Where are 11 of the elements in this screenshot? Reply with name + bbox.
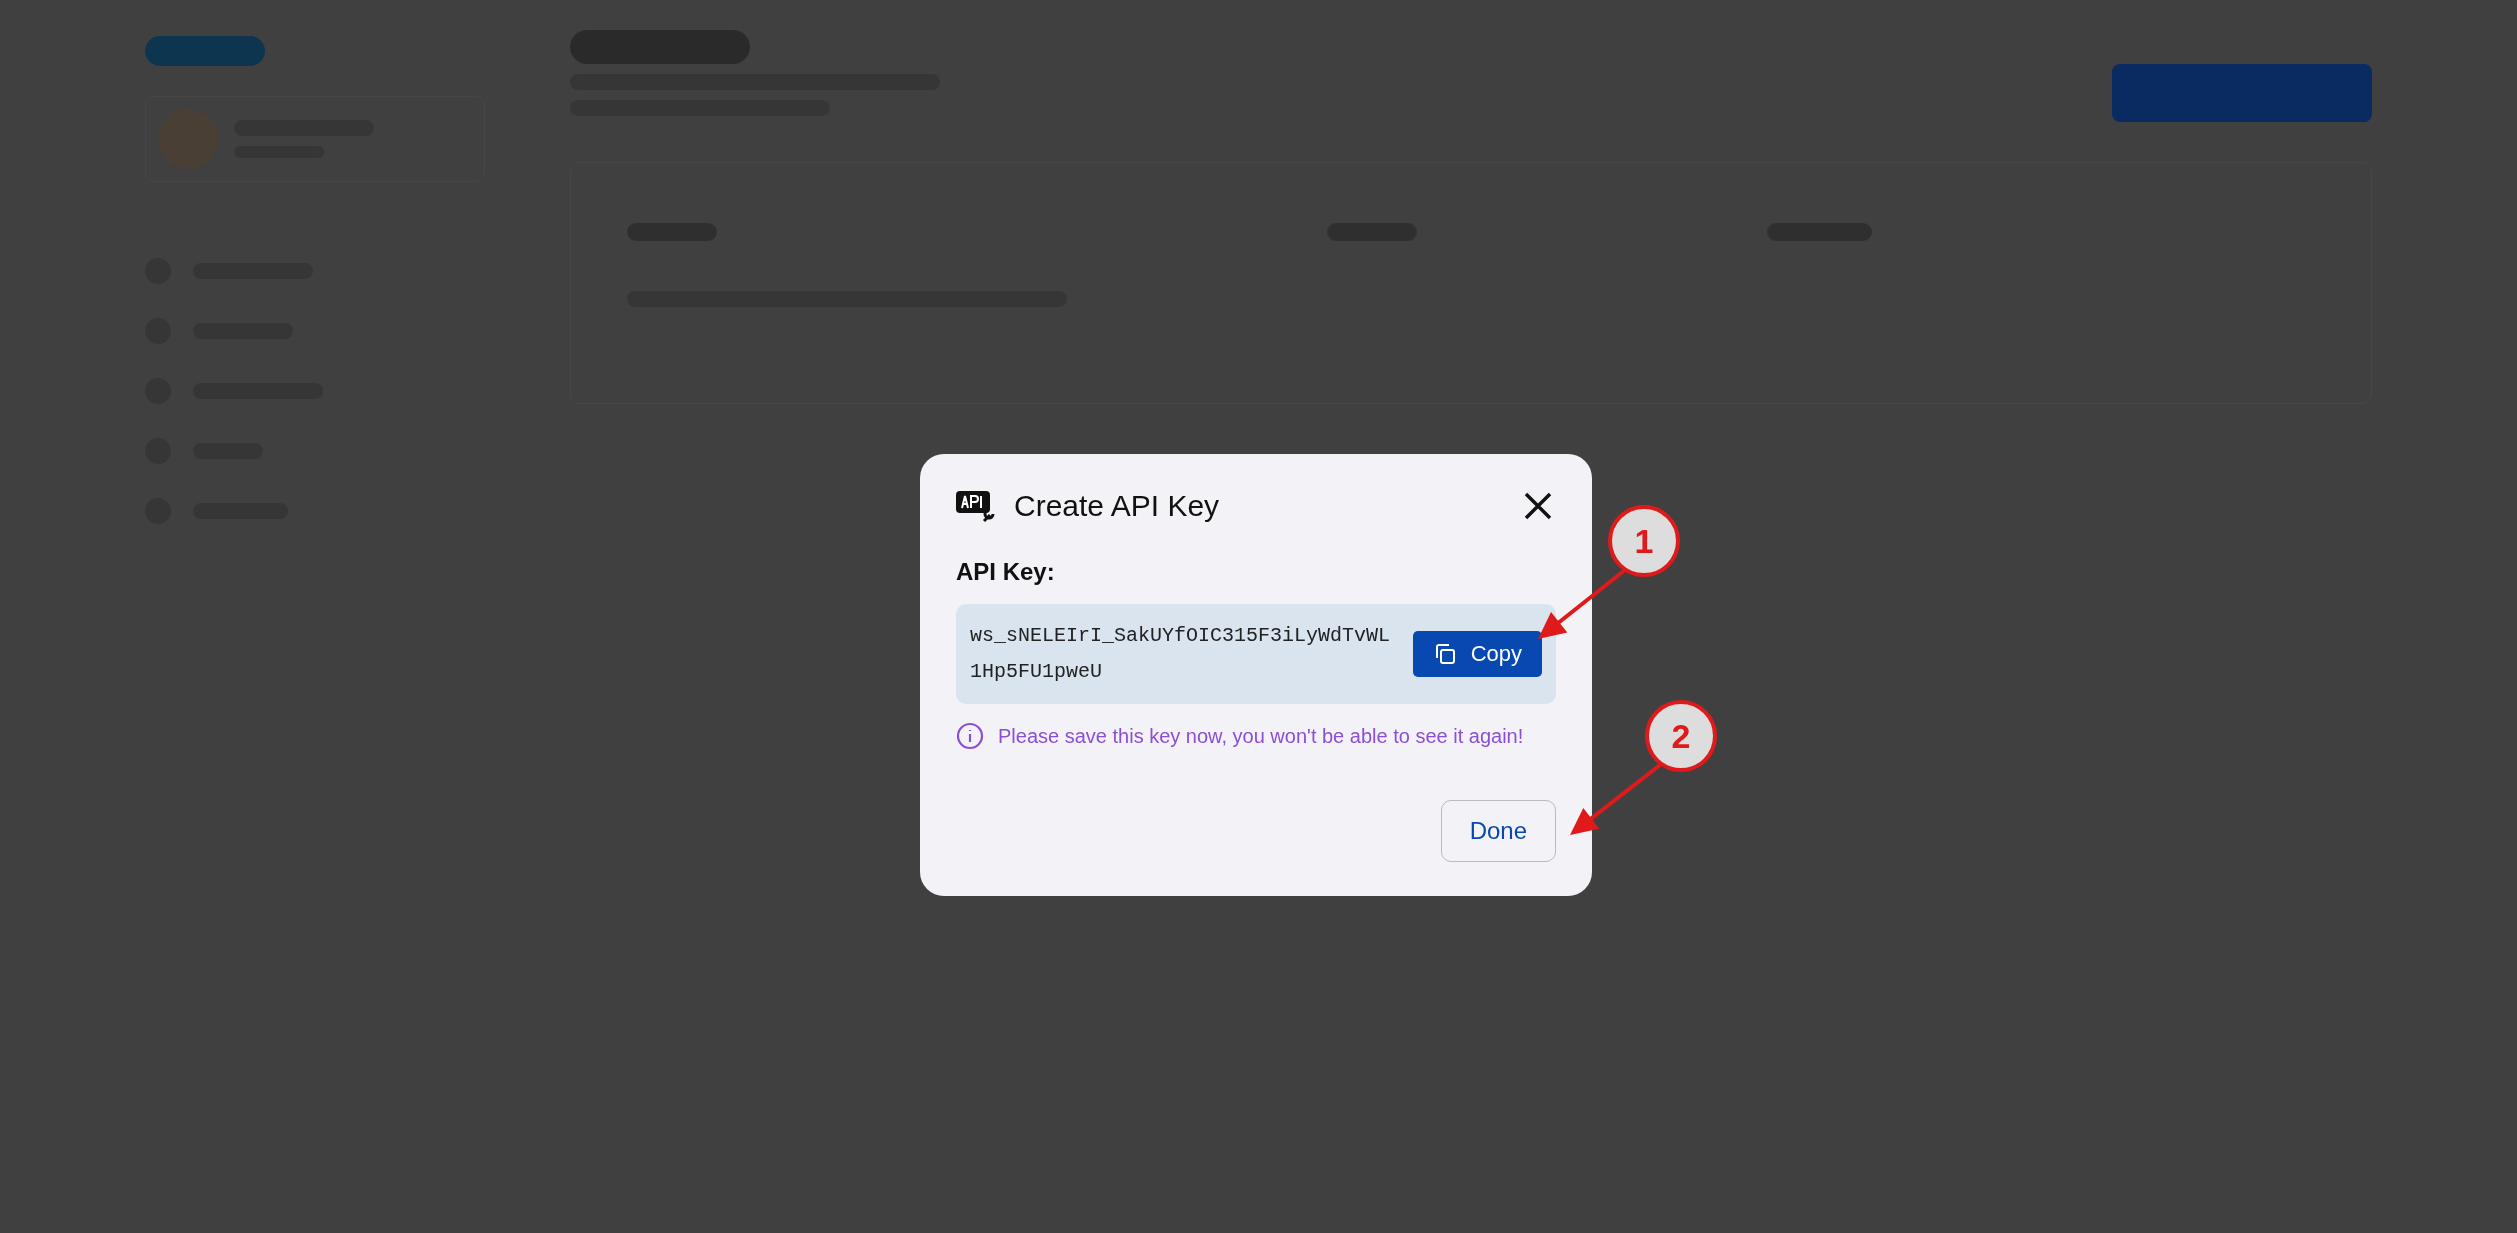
field-label: API Key: <box>956 558 1056 586</box>
dialog-title: Create API Key <box>1014 489 1221 523</box>
warning-text: Please save this key now, you won't be able to see it again! <box>998 724 1524 748</box>
done-button[interactable]: Done <box>1440 800 1556 862</box>
step-number: 2 <box>1645 700 1717 772</box>
api-key-icon <box>956 489 996 523</box>
key-value: ws_sNELEIrI_SakUYfOIC315F3iLyWdTvWL1Hp5FU1pweU <box>970 623 1392 685</box>
copy-button[interactable]: Copy <box>1412 631 1542 677</box>
info-icon <box>956 722 984 750</box>
step-number: 1 <box>1608 505 1680 577</box>
key-field[interactable]: ws_sNELEIrI_SakUYfOIC315F3iLyWdTvWL1Hp5FU1pweU Copy <box>956 604 1556 704</box>
